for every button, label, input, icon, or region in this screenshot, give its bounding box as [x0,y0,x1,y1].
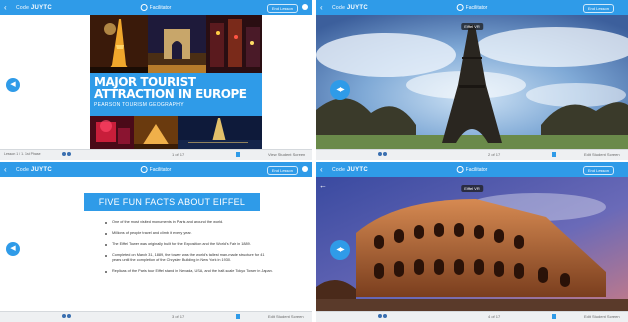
top-bar: ‹ Code JUYTC Facilitator End Lesson [316,0,628,15]
bookmark-icon[interactable] [552,314,556,319]
settings-icon[interactable] [302,4,308,10]
photo-arc-de-triomphe [148,15,206,73]
user-menu[interactable]: Facilitator [140,4,171,11]
bookmark-icon[interactable] [236,152,240,157]
list-item: Replicas of the Paris tour Eiffel stand … [104,269,274,274]
globe-icon [456,4,464,11]
lesson-note: Lesson 1 / 1. 1st Phase [4,152,41,156]
student-screen-link[interactable]: Edit Student Screen [268,314,304,319]
top-bar: ‹ Code JUYTC Facilitator End Lesson [316,162,628,177]
bottom-bar: 4 of 17 Edit Student Screen [316,311,628,322]
vr-scene-colosseum[interactable] [316,177,628,312]
slide-title: MAJOR TOURIST ATTRACTION IN EUROPE [94,75,247,101]
previous-slide-button[interactable]: ◀ [6,78,20,92]
list-item: One of the most visited monuments in Par… [104,220,274,225]
bottom-bar: 3 of 17 Edit Student Screen [0,311,312,322]
student-screen-link[interactable]: Edit Student Screen [584,314,620,319]
vr-caption: Eiffel VR [461,23,483,30]
slide-heading: FIVE FUN FACTS ABOUT EIFFEL TOWER [84,193,260,225]
slide-title-band: MAJOR TOURIST ATTRACTION IN EUROPE PEARS… [90,73,262,116]
page-indicator: 3 of 17 [172,314,185,319]
end-lesson-button[interactable]: End Lesson [582,4,614,13]
students-icon[interactable] [378,152,388,157]
student-screen-link[interactable]: View Student Screen [268,152,305,157]
lesson-panel-eiffel-vr: ‹ Code JUYTC Facilitator End Lesson Eiff… [316,0,628,160]
list-item: Millions of people travel and climb it e… [104,231,274,236]
page-indicator: 2 of 17 [488,152,501,157]
globe-icon [140,4,148,11]
back-button[interactable]: ‹ [4,165,12,174]
top-bar: ‹ Code JUYTC Facilitator End Lesson [0,0,312,15]
previous-slide-button[interactable]: ◀ [6,242,20,256]
photo-eiffel-river [178,116,262,150]
settings-icon[interactable] [302,166,308,172]
end-lesson-button[interactable]: End Lesson [582,166,614,175]
students-icon[interactable] [378,314,388,319]
globe-icon [456,166,464,173]
user-menu[interactable]: Facilitator [456,4,487,11]
bottom-bar: 2 of 17 Edit Student Screen [316,149,628,160]
vr-scene-eiffel[interactable] [316,15,628,150]
list-item: Completed on March 31, 1889, the tower w… [104,253,274,263]
bookmark-icon[interactable] [552,152,556,157]
vr-navigate-button[interactable]: ◀▶ [330,80,350,100]
facts-list: One of the most visited monuments in Par… [104,220,274,280]
photo-louvre [134,116,178,150]
lesson-code: Code JUYTC [16,4,53,11]
bottom-bar: Lesson 1 / 1. 1st Phase 1 of 17 View Stu… [0,149,312,160]
students-icon[interactable] [62,314,72,319]
lesson-code: Code JUYTC [332,4,369,11]
end-lesson-button[interactable]: End Lesson [266,4,298,13]
end-lesson-button[interactable]: End Lesson [266,166,298,175]
user-menu[interactable]: Facilitator [140,166,171,173]
lesson-panel-title-slide: ‹ Code JUYTC Facilitator End Lesson MAJO… [0,0,312,160]
vr-caption: Eiffel VR [461,185,483,192]
lesson-panel-fun-facts: ‹ Code JUYTC Facilitator End Lesson FIVE… [0,162,312,322]
photo-eiffel-night [90,15,148,73]
lesson-code: Code JUYTC [16,166,53,173]
lesson-code: Code JUYTC [332,166,369,173]
page-indicator: 1 of 17 [172,152,185,157]
bookmark-icon[interactable] [236,314,240,319]
lesson-panel-colosseum-vr: ‹ Code JUYTC Facilitator End Lesson Eiff… [316,162,628,322]
photo-street-night [206,15,262,73]
students-icon[interactable] [62,152,72,157]
globe-icon [140,166,148,173]
student-screen-link[interactable]: Edit Student Screen [584,152,620,157]
slide-subtitle: PEARSON TOURISM GEOGRAPHY [94,102,184,108]
back-arrow-icon[interactable]: ← [319,181,327,190]
user-menu[interactable]: Facilitator [456,166,487,173]
vr-navigate-button[interactable]: ◀▶ [330,240,350,260]
photo-moulin-rouge [90,116,134,150]
list-item: The Eiffel Tower was originally built fo… [104,242,274,247]
back-button[interactable]: ‹ [320,3,328,12]
page-indicator: 4 of 17 [488,314,501,319]
top-bar: ‹ Code JUYTC Facilitator End Lesson [0,162,312,177]
back-button[interactable]: ‹ [4,3,12,12]
back-button[interactable]: ‹ [320,165,328,174]
